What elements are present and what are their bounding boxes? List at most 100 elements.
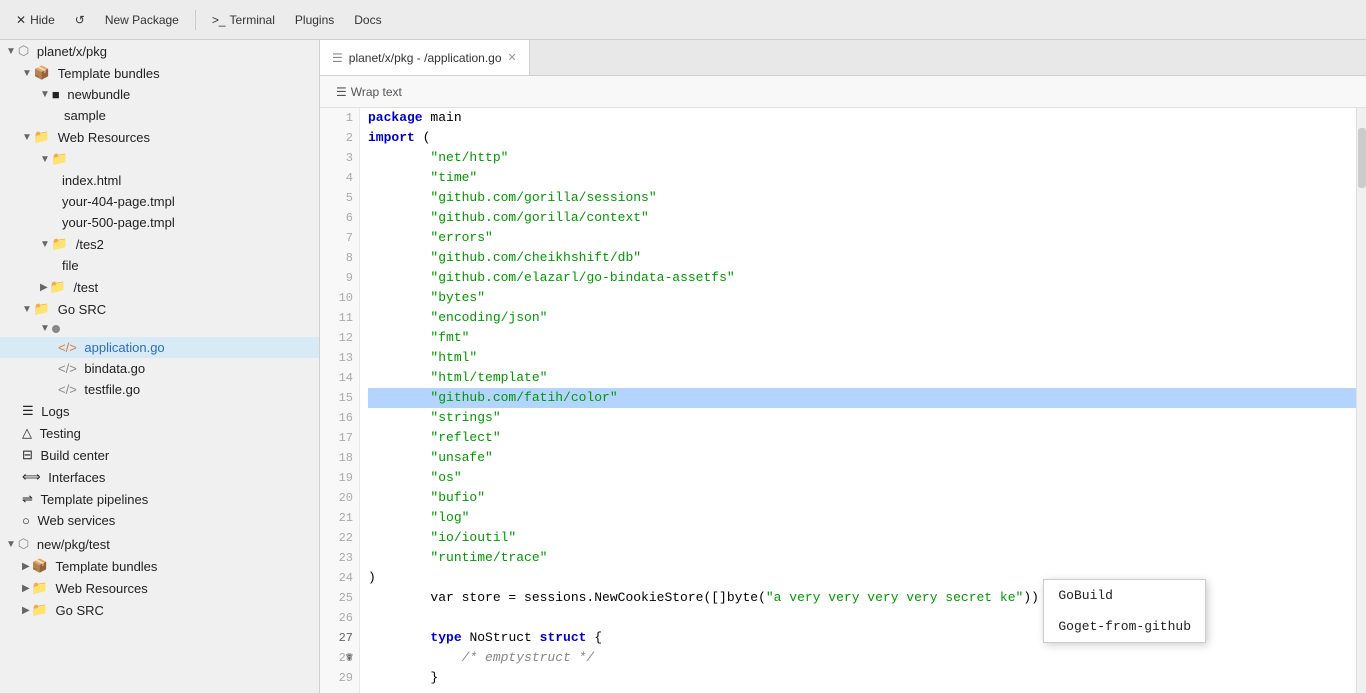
sidebar-item-build-center[interactable]: ⊟ Build center xyxy=(0,444,319,466)
sidebar-item-pkg2-template-bundles[interactable]: ▶ 📦 Template bundles xyxy=(0,555,319,577)
code-line[interactable]: package main xyxy=(368,108,1358,128)
sidebar-item-sample[interactable]: sample xyxy=(0,105,319,126)
code-line[interactable]: "bytes" xyxy=(368,288,1358,308)
sidebar-item-logs[interactable]: ☰ Logs xyxy=(0,400,319,422)
code-line[interactable] xyxy=(368,688,1358,693)
sidebar-item-test[interactable]: ▶ 📁 /test xyxy=(0,276,319,298)
build-icon: ⊟ xyxy=(22,447,33,463)
code-line[interactable]: "github.com/elazarl/go-bindata-assetfs" xyxy=(368,268,1358,288)
sidebar-item-pkg2[interactable]: ▼ ⬡ new/pkg/test xyxy=(0,533,319,555)
sidebar-item-file[interactable]: file xyxy=(0,255,319,276)
folder-icon: 📁 xyxy=(34,129,50,145)
folder-icon: 📁 xyxy=(34,301,50,317)
chevron-down-icon: ▼ xyxy=(22,132,32,143)
code-line[interactable]: "encoding/json" xyxy=(368,308,1358,328)
line-number: 24 xyxy=(326,568,353,588)
sidebar-item-template-pipelines[interactable]: ⇌ Template pipelines xyxy=(0,488,319,510)
editor-toolbar: ☰ Wrap text xyxy=(320,76,1366,108)
code-line[interactable]: /* emptystruct */ xyxy=(368,648,1358,668)
sidebar-item-500-page[interactable]: your-500-page.tmpl xyxy=(0,212,319,233)
sidebar-item-index-html[interactable]: index.html xyxy=(0,170,319,191)
web-services-icon: ○ xyxy=(22,513,30,528)
hide-button[interactable]: ✕ Hide xyxy=(8,9,63,31)
sidebar-item-web-services[interactable]: ○ Web services xyxy=(0,510,319,531)
code-line[interactable]: "net/http" xyxy=(368,148,1358,168)
code-line[interactable]: } xyxy=(368,668,1358,688)
sidebar-item-application-go[interactable]: </> application.go xyxy=(0,337,319,358)
code-line[interactable]: "fmt" xyxy=(368,328,1358,348)
code-line[interactable] xyxy=(368,608,1358,628)
wrap-text-button[interactable]: ☰ Wrap text xyxy=(328,82,410,102)
chevron-down-icon: ▼ xyxy=(6,539,16,550)
sidebar-item-go-dot[interactable]: ▼ xyxy=(0,320,319,337)
package-icon: ⬡ xyxy=(18,43,29,59)
code-line[interactable]: "html" xyxy=(368,348,1358,368)
code-line[interactable]: "os" xyxy=(368,468,1358,488)
code-line[interactable]: "github.com/cheikhshift/db" xyxy=(368,248,1358,268)
editor-tab[interactable]: ☰ planet/x/pkg - /application.go ✕ xyxy=(320,40,530,75)
sidebar-item-404-page[interactable]: your-404-page.tmpl xyxy=(0,191,319,212)
chevron-right-icon: ▶ xyxy=(22,583,30,594)
terminal-button[interactable]: >_ Terminal xyxy=(204,9,283,31)
chevron-down-icon: ▼ xyxy=(40,154,50,165)
line-number: 10 xyxy=(326,288,353,308)
code-line[interactable]: "bufio" xyxy=(368,488,1358,508)
sidebar-item-pkg2-go-src[interactable]: ▶ 📁 Go SRC xyxy=(0,599,319,621)
sidebar-item-template-bundles[interactable]: ▼ 📦 Template bundles xyxy=(0,62,319,84)
folder-icon: 📁 xyxy=(52,236,68,252)
sidebar-item-go-src[interactable]: ▼ 📁 Go SRC xyxy=(0,298,319,320)
code-line[interactable]: "time" xyxy=(368,168,1358,188)
line-number: 25 xyxy=(326,588,353,608)
line-number: 18 xyxy=(326,448,353,468)
code-line[interactable]: import ( xyxy=(368,128,1358,148)
plugins-button[interactable]: Plugins xyxy=(287,9,342,31)
code-line[interactable]: "unsafe" xyxy=(368,448,1358,468)
chevron-down-icon: ▼ xyxy=(40,323,50,334)
line-number: 21 xyxy=(326,508,353,528)
code-editor[interactable]: 1234567891011121314151617181920212223242… xyxy=(320,108,1366,693)
line-number: 7 xyxy=(326,228,353,248)
sidebar-item-pkg1[interactable]: ▼ ⬡ planet/x/pkg xyxy=(0,40,319,62)
chevron-down-icon: ▼ xyxy=(6,46,16,57)
sidebar-item-web-res-folder1[interactable]: ▼ 📁 xyxy=(0,148,319,170)
scrollbar-thumb[interactable] xyxy=(1358,128,1366,188)
code-line[interactable]: "github.com/gorilla/context" xyxy=(368,208,1358,228)
terminal-icon: >_ xyxy=(212,13,226,27)
wrap-icon: ☰ xyxy=(336,85,347,99)
sidebar-item-interfaces[interactable]: ⟺ Interfaces xyxy=(0,466,319,488)
code-line[interactable]: type NoStruct struct { xyxy=(368,628,1358,648)
line-number: 20 xyxy=(326,488,353,508)
line-number: 3 xyxy=(326,148,353,168)
tab-close-button[interactable]: ✕ xyxy=(508,51,517,64)
code-line[interactable]: "strings" xyxy=(368,408,1358,428)
scrollbar-track[interactable] xyxy=(1356,108,1366,693)
chevron-right-icon: ▶ xyxy=(22,561,30,572)
code-line[interactable]: "reflect" xyxy=(368,428,1358,448)
separator xyxy=(195,10,196,30)
docs-button[interactable]: Docs xyxy=(346,9,389,31)
sidebar-item-testing[interactable]: △ Testing xyxy=(0,422,319,444)
sidebar-item-pkg2-web-resources[interactable]: ▶ 📁 Web Resources xyxy=(0,577,319,599)
sidebar-item-web-resources[interactable]: ▼ 📁 Web Resources xyxy=(0,126,319,148)
code-line[interactable]: var store = sessions.NewCookieStore([]by… xyxy=(368,588,1358,608)
line-number: 4 xyxy=(326,168,353,188)
sidebar-item-tes2[interactable]: ▼ 📁 /tes2 xyxy=(0,233,319,255)
code-line[interactable]: "errors" xyxy=(368,228,1358,248)
code-line[interactable]: "runtime/trace" xyxy=(368,548,1358,568)
folder-icon: 📁 xyxy=(52,151,68,167)
context-menu-item-goget[interactable]: Goget-from-github xyxy=(1044,611,1205,642)
code-line[interactable]: "github.com/gorilla/sessions" xyxy=(368,188,1358,208)
line-number: 1 xyxy=(326,108,353,128)
context-menu-item-gobuild[interactable]: GoBuild xyxy=(1044,580,1205,611)
sidebar-item-testfile-go[interactable]: </> testfile.go xyxy=(0,379,319,400)
new-package-button[interactable]: New Package xyxy=(97,9,187,31)
code-line[interactable]: "html/template" xyxy=(368,368,1358,388)
code-line[interactable]: "io/ioutil" xyxy=(368,528,1358,548)
sidebar-item-bindata-go[interactable]: </> bindata.go xyxy=(0,358,319,379)
code-line[interactable]: "github.com/fatih/color" xyxy=(368,388,1358,408)
folder-icon: 📁 xyxy=(50,279,66,295)
sidebar-item-newbundle[interactable]: ▼ ■ newbundle xyxy=(0,84,319,105)
refresh-button[interactable]: ↺ xyxy=(67,9,93,31)
code-line[interactable]: "log" xyxy=(368,508,1358,528)
code-line[interactable]: ) xyxy=(368,568,1358,588)
